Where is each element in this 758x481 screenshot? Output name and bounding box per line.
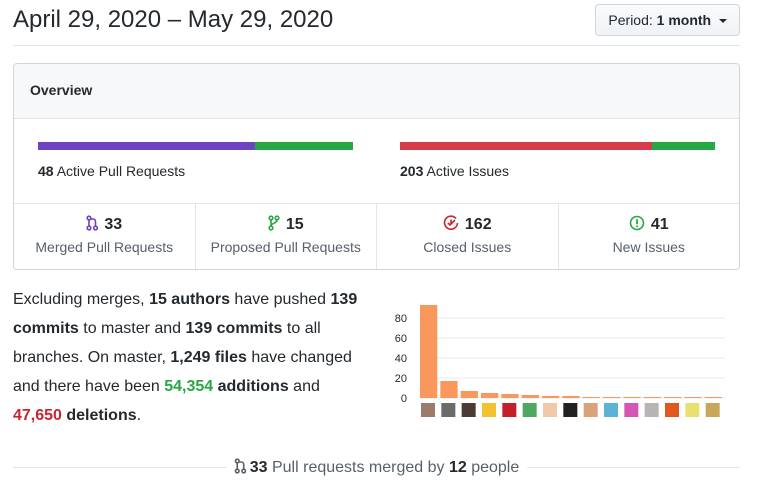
additions-count: 54,354 <box>164 378 214 395</box>
merged-pr-icon <box>86 215 99 231</box>
y-tick-label: 60 <box>395 333 407 345</box>
contributor-avatar[interactable] <box>482 403 496 417</box>
summary-text: have pushed <box>229 291 331 308</box>
active-pull-requests-label: 48 Active Pull Requests <box>38 163 353 179</box>
contributor-bar <box>420 305 438 398</box>
additions-word: additions <box>213 378 289 395</box>
period-value: 1 month <box>656 12 712 28</box>
summary-text: Excluding merges, <box>13 291 150 308</box>
contributor-avatar[interactable] <box>624 403 639 417</box>
active-pull-requests-count: 48 <box>38 163 54 179</box>
proposed-pr-count: 15 <box>285 216 304 233</box>
y-tick-label: 80 <box>395 313 407 325</box>
contributor-bar <box>521 395 539 398</box>
overview-stats: 33 Merged Pull Requests 15 Proposed Pull… <box>14 204 739 269</box>
y-tick-label: 20 <box>395 373 407 385</box>
contributor-avatar[interactable] <box>685 403 700 417</box>
overview-bars: 48 Active Pull Requests 203 Active Issue… <box>14 119 739 204</box>
deletions-count: 47,650 <box>13 407 62 424</box>
active-pull-requests-text: Active Pull Requests <box>56 163 186 179</box>
contributor-avatar[interactable] <box>441 403 456 417</box>
contributor-avatar[interactable] <box>502 403 517 417</box>
merged-pr-footer: 33 Pull requests merged by 12 people <box>13 458 740 478</box>
y-tick-label: 40 <box>395 353 407 365</box>
footer-text-2: people <box>466 459 520 476</box>
stat-closed-issues[interactable]: 162 Closed Issues <box>377 204 559 269</box>
contributor-bar <box>704 397 722 398</box>
footer-text[interactable]: 33 Pull requests merged by 12 people <box>225 458 528 477</box>
stat-proposed-pull-requests[interactable]: 15 Proposed Pull Requests <box>196 204 377 269</box>
contributor-bar <box>562 396 580 398</box>
contributor-avatar[interactable] <box>563 403 578 417</box>
closed-issues-count: 162 <box>464 216 492 233</box>
summary-text: to master and <box>78 320 186 337</box>
contributor-avatar[interactable] <box>705 403 720 417</box>
merged-pr-label: Merged Pull Requests <box>35 239 174 255</box>
active-pull-requests[interactable]: 48 Active Pull Requests <box>38 142 353 179</box>
caret-down-icon <box>719 19 727 24</box>
y-tick-label: 0 <box>401 393 407 405</box>
active-issues-label: 203 Active Issues <box>400 163 715 179</box>
commits-to-all-branches[interactable]: 139 commits <box>186 320 283 337</box>
new-issues-count: 41 <box>650 216 669 233</box>
people-count: 12 <box>448 459 467 476</box>
contributors-bar-chart: 0 20 40 60 80 <box>390 290 730 425</box>
contributor-bar <box>623 397 641 398</box>
active-issues-count: 203 <box>400 163 424 179</box>
contributor-bar <box>664 397 682 398</box>
proposed-pr-label: Proposed Pull Requests <box>210 239 361 255</box>
stat-merged-pull-requests[interactable]: 33 Merged Pull Requests <box>14 204 196 269</box>
overview-box: Overview 48 Active Pull Requests 203 Act… <box>13 63 740 270</box>
contributor-avatar[interactable] <box>644 403 659 417</box>
deletions-word: deletions <box>61 407 137 424</box>
closed-issues-segment <box>400 142 652 150</box>
overview-title: Overview <box>14 64 739 119</box>
issues-progress-bar <box>400 142 715 150</box>
closed-issue-icon <box>443 215 459 230</box>
contributor-avatar[interactable] <box>604 403 618 417</box>
merged-pr-segment <box>38 142 256 150</box>
summary-text: . <box>136 407 142 424</box>
period-label: Period: <box>608 12 653 28</box>
summary-text: and <box>288 378 320 395</box>
contributor-bar <box>582 397 600 398</box>
active-issues[interactable]: 203 Active Issues <box>400 142 715 179</box>
contributor-bar <box>684 397 702 398</box>
closed-issues-label: Closed Issues <box>423 239 512 255</box>
new-issues-label: New Issues <box>612 239 685 255</box>
contributor-avatar[interactable] <box>522 403 537 417</box>
authors-count[interactable]: 15 authors <box>149 291 230 308</box>
date-range-title: April 29, 2020 – May 29, 2020 <box>13 6 334 33</box>
contributor-bar <box>643 397 661 398</box>
merged-pr-icon <box>234 458 246 474</box>
open-pr-segment <box>255 142 353 150</box>
stat-new-issues[interactable]: 41 New Issues <box>559 204 740 269</box>
pull-requests-progress-bar <box>38 142 353 150</box>
footer-text-1: Pull requests merged by <box>267 459 449 476</box>
contributor-bar <box>501 394 519 398</box>
contributor-avatar[interactable] <box>461 403 476 417</box>
merged-pr-count: 33 <box>104 216 123 233</box>
files-changed[interactable]: 1,249 files <box>170 349 247 366</box>
contributor-bar <box>460 391 478 398</box>
period-dropdown-button[interactable]: Period: 1 month <box>595 4 740 36</box>
contributor-avatar[interactable] <box>421 403 435 417</box>
contributor-bar <box>542 396 560 398</box>
contributors-chart-svg: 0 20 40 60 80 <box>395 305 725 417</box>
merged-pr-total: 33 <box>249 459 268 476</box>
contributor-avatar[interactable] <box>543 403 557 417</box>
active-issues-text: Active Issues <box>426 163 509 179</box>
open-pr-icon <box>268 215 280 231</box>
contributor-bar <box>440 381 458 398</box>
contributor-avatar[interactable] <box>583 403 598 417</box>
contributor-bar <box>603 397 621 398</box>
commit-summary: Excluding merges, 15 authors have pushed… <box>13 285 363 430</box>
contributor-avatar[interactable] <box>665 403 679 417</box>
new-issue-icon <box>629 215 645 231</box>
open-issues-segment <box>652 142 715 150</box>
contributor-bar <box>481 393 499 398</box>
page-header: April 29, 2020 – May 29, 2020 Period: 1 … <box>13 0 740 46</box>
